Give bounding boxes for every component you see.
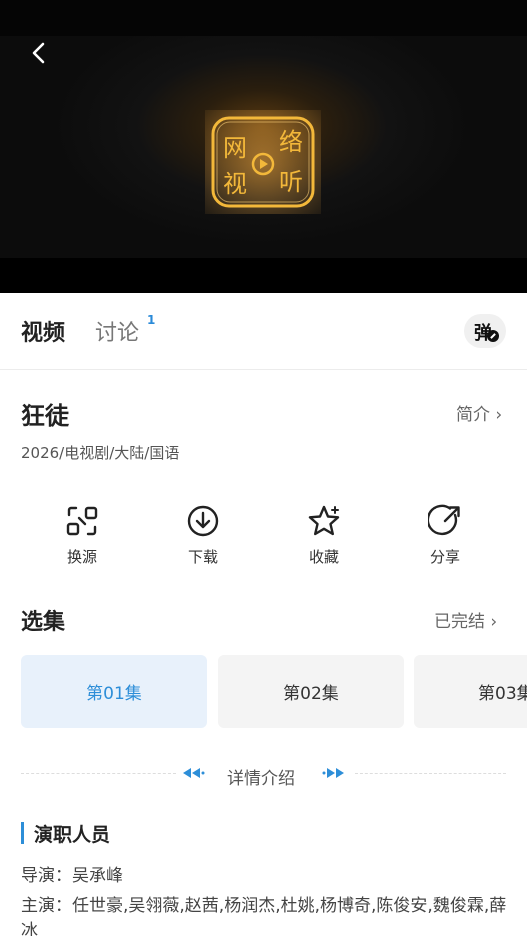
- share-button[interactable]: 分享: [405, 504, 485, 574]
- show-title: 狂徒: [21, 402, 69, 430]
- cast-accent-bar: [21, 822, 24, 844]
- episode-label: 第03集: [478, 684, 527, 704]
- tab-video[interactable]: 视频: [21, 315, 65, 347]
- show-meta: 2026/电视剧/大陆/国语: [21, 444, 180, 462]
- logo-char-4: 听: [279, 168, 303, 196]
- share-label: 分享: [429, 548, 460, 566]
- danmaku-toggle-button[interactable]: 弹: [464, 314, 506, 348]
- tab-bar: 视频 讨论 1: [0, 293, 527, 370]
- detail-section-label: 详情介绍: [227, 769, 295, 789]
- favorite-button[interactable]: 收藏: [284, 504, 364, 574]
- divider-left: [21, 773, 176, 774]
- video-top-bar: [0, 0, 527, 36]
- switch-source-label: 换源: [66, 548, 97, 566]
- director-line: 导演：吴承峰: [21, 866, 123, 886]
- episode-item[interactable]: 第03集: [414, 655, 527, 728]
- share-icon: [428, 504, 460, 536]
- episode-label: 第02集: [283, 684, 339, 704]
- download-label: 下载: [187, 548, 218, 566]
- network-audiovisual-logo: 网 络 视 听: [205, 110, 321, 214]
- rewind-arrows-icon: [183, 768, 205, 778]
- logo-char-3: 视: [223, 170, 247, 198]
- logo-char-2: 络: [279, 128, 303, 156]
- episode-label: 第01集: [86, 684, 142, 704]
- page: 网 络 视 听 视频 讨论 1 弹 狂徒 简介 › 2026/电视剧/大陆/国语: [0, 0, 527, 936]
- download-icon: [187, 505, 219, 537]
- discussion-count-badge: 1: [147, 313, 156, 327]
- video-frame[interactable]: 网 络 视 听: [0, 36, 527, 258]
- intro-link[interactable]: 简介 ›: [456, 400, 502, 425]
- episode-item[interactable]: 第01集: [21, 655, 207, 728]
- danmaku-off-icon: [487, 330, 499, 342]
- switch-source-icon: [66, 506, 98, 536]
- tab-discussion[interactable]: 讨论: [95, 315, 139, 347]
- actors-line: 主演：任世豪,吴翎薇,赵茜,杨润杰,杜姚,杨博奇,陈俊安,魏俊霖,薛冰: [21, 896, 507, 936]
- back-arrow-icon[interactable]: [24, 38, 54, 68]
- episodes-title: 选集: [21, 610, 66, 635]
- star-icon: [308, 505, 340, 536]
- download-button[interactable]: 下载: [163, 504, 243, 574]
- cast-title: 演职人员: [34, 824, 111, 846]
- video-bottom-bar: [0, 258, 527, 293]
- forward-arrows-icon: [322, 768, 344, 778]
- favorite-label: 收藏: [308, 548, 339, 566]
- episode-item[interactable]: 第02集: [218, 655, 404, 728]
- episodes-status-link[interactable]: 已完结 ›: [434, 607, 497, 632]
- switch-source-button[interactable]: 换源: [42, 504, 122, 574]
- logo-char-1: 网: [223, 134, 247, 162]
- divider-right: [355, 773, 506, 774]
- video-player[interactable]: 网 络 视 听: [0, 0, 527, 293]
